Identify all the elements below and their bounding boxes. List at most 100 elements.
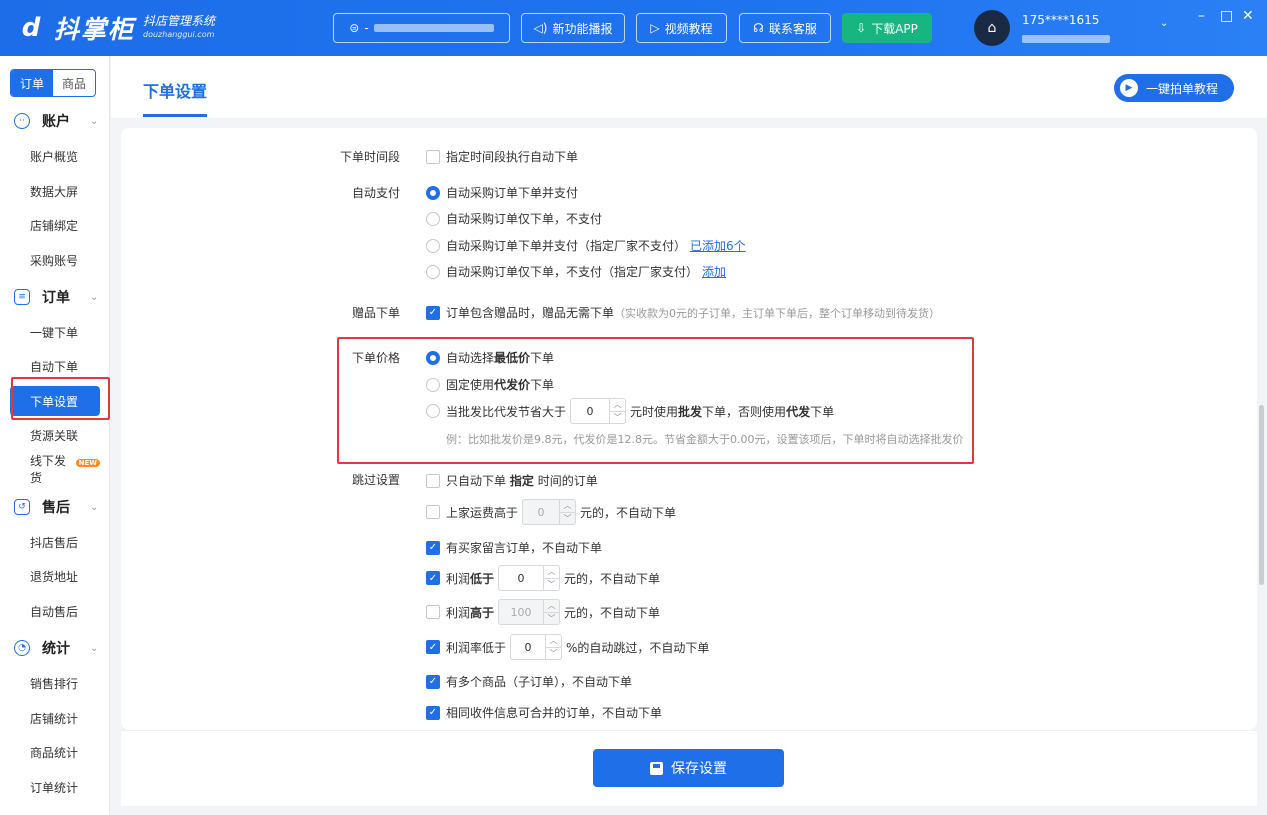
top-bar: d 抖掌柜 抖店管理系统 douzhanggui.com ⊜ - ◁) 新功能播… [0,0,1267,56]
footer-bar: 保存设置 [121,730,1257,806]
radio[interactable] [426,350,440,365]
margin-low-stepper[interactable]: 0 ︿ ﹀ [510,634,563,660]
checkbox-checked[interactable]: ✓ [426,540,440,555]
scrollbar[interactable] [1259,405,1264,585]
close-icon[interactable]: ✕ [1242,8,1254,24]
sidebar-item-store-binding[interactable]: 店铺绑定 [10,210,100,240]
return-icon: ↺ [14,499,30,515]
maximize-icon[interactable]: □ [1220,8,1233,24]
gift-order-label: 赠品下单 [351,306,400,320]
contact-support-button[interactable]: ☊ 联系客服 [739,13,831,43]
video-tutorial-button[interactable]: ▷ 视频教程 [636,13,727,43]
new-feature-button[interactable]: ◁) 新功能播报 [521,13,625,43]
sidebar-group-account[interactable]: ·· 账户 ⌄ [0,109,110,133]
skip-specified-time-checkbox[interactable]: 只自动下单 指定 时间的订单 [426,472,598,489]
sidebar-item-store-stats[interactable]: 店铺统计 [10,703,100,733]
sidebar-group-statistics[interactable]: ◔ 统计 ⌄ [0,636,110,660]
auto-pay-radio-2[interactable]: 自动采购订单仅下单，不支付 [426,210,602,227]
store-name-redacted [373,24,494,32]
stepper-up-icon[interactable]: ︿ [610,399,626,412]
checkbox-checked[interactable]: ✓ [426,705,440,720]
sidebar-group-order[interactable]: ≡ 订单 ⌄ [0,285,110,309]
savings-threshold-stepper[interactable]: 0 ︿ ﹀ [570,398,627,424]
skip-profit-high-checkbox[interactable]: 利润 高于 100 ︿ ﹀ 元的，不自动下单 [426,599,660,625]
tab-product[interactable]: 商品 [53,70,95,96]
tab-order[interactable]: 订单 [11,70,53,96]
one-click-tutorial-button[interactable]: ▶ 一键拍单教程 [1114,74,1234,102]
radio[interactable] [426,238,440,253]
skip-settings-label: 跳过设置 [351,473,400,487]
sidebar-item-offline-shipping[interactable]: 线下发货 NEW [10,454,100,485]
sidebar-item-auto-after-sales[interactable]: 自动售后 [10,596,100,626]
download-app-button[interactable]: ⇩ 下载APP [842,13,932,43]
checkbox[interactable] [426,149,440,164]
stepper-up-icon[interactable]: ︿ [560,500,576,513]
store-selector[interactable]: ⊜ - [333,13,510,43]
radio[interactable] [426,377,440,392]
skip-margin-low-checkbox[interactable]: ✓ 利润率低于 0 ︿ ﹀ %的自动跳过，不自动下单 [426,634,709,660]
sidebar-item-return-address[interactable]: 退货地址 [10,561,100,591]
checkbox-checked[interactable]: ✓ [426,571,440,585]
checkbox-checked[interactable]: ✓ [426,674,440,689]
sidebar-item-order-settings[interactable]: 下单设置 [10,386,100,416]
stepper-up-icon[interactable]: ︿ [546,635,562,648]
radio[interactable] [426,264,440,279]
skip-profit-low-checkbox[interactable]: ✓ 利润 低于 0 ︿ ﹀ 元的，不自动下单 [426,565,660,591]
gift-order-checkbox[interactable]: ✓ 订单包含赠品时，赠品无需下单 （实收款为0元的子订单，主订单下单后，整个订单… [426,304,940,321]
stepper-down-icon[interactable]: ﹀ [544,579,559,591]
price-wholesale-radio[interactable]: 当批发比代发节省大于 0 ︿ ﹀ 元时使用 批发 下单，否则使用 代发 下单 [426,398,834,424]
sidebar-item-purchase-account[interactable]: 采购账号 [10,245,100,275]
added-vendors-link[interactable]: 已添加6个 [690,237,746,254]
profit-high-stepper[interactable]: 100 ︿ ﹀ [498,599,561,625]
auto-pay-radio-3[interactable]: 自动采购订单下单并支付（指定厂家不支付） 已添加6个 [426,237,746,254]
radio[interactable] [426,211,440,226]
stepper-down-icon[interactable]: ﹀ [560,513,575,525]
auto-pay-radio-4[interactable]: 自动采购订单仅下单，不支付（指定厂家支付） 添加 [426,263,726,280]
auto-pay-label: 自动支付 [351,186,400,200]
save-settings-button[interactable]: 保存设置 [593,749,784,787]
checkbox[interactable] [426,505,440,519]
sidebar-item-product-stats[interactable]: 商品统计 [10,737,100,767]
user-menu-chevron-icon[interactable]: ⌄ [1160,18,1168,29]
tab-order-settings[interactable]: 下单设置 [143,78,207,102]
radio[interactable] [426,185,440,200]
stepper-down-icon[interactable]: ﹀ [544,613,559,625]
page-header: 下单设置 ▶ 一键拍单教程 [111,56,1267,118]
minimize-icon[interactable]: – [1198,8,1205,24]
time-period-checkbox[interactable]: 指定时间段执行自动下单 [426,148,578,165]
sidebar-group-after-sales[interactable]: ↺ 售后 ⌄ [0,495,110,519]
auto-pay-radio-1[interactable]: 自动采购订单下单并支付 [426,184,578,201]
shipping-fee-stepper[interactable]: 0 ︿ ﹀ [522,499,577,525]
skip-buyer-message-checkbox[interactable]: ✓ 有买家留言订单，不自动下单 [426,539,602,556]
add-vendor-link[interactable]: 添加 [702,263,726,280]
app-logo: d 抖掌柜 抖店管理系统 douzhanggui.com [14,10,215,46]
user-store-redacted [1022,32,1110,46]
checkbox[interactable] [426,473,440,488]
checkbox-checked[interactable]: ✓ [426,305,440,320]
sidebar-item-order-stats[interactable]: 订单统计 [10,772,100,802]
sidebar-item-auto-order[interactable]: 自动下单 [10,351,100,381]
stepper-up-icon[interactable]: ︿ [544,566,560,579]
skip-mergeable-checkbox[interactable]: ✓ 相同收件信息可合并的订单，不自动下单 [426,704,662,721]
stepper-down-icon[interactable]: ﹀ [610,412,625,424]
new-badge: NEW [75,459,100,467]
chevron-down-icon: ⌄ [90,642,99,654]
stepper-up-icon[interactable]: ︿ [544,600,560,613]
sidebar-item-sales-ranking[interactable]: 销售排行 [10,668,100,698]
stepper-down-icon[interactable]: ﹀ [546,648,561,660]
sidebar-item-account-overview[interactable]: 账户概览 [10,141,100,171]
radio[interactable] [426,404,440,418]
avatar[interactable]: ⌂ [974,10,1010,46]
checkbox-checked[interactable]: ✓ [426,640,440,654]
skip-shipping-fee-checkbox[interactable]: 上家运费高于 0 ︿ ﹀ 元的，不自动下单 [426,499,676,525]
checkbox[interactable] [426,605,440,619]
skip-multi-items-checkbox[interactable]: ✓ 有多个商品（子订单），不自动下单 [426,673,632,690]
profit-low-stepper[interactable]: 0 ︿ ﹀ [498,565,561,591]
sidebar-item-source-link[interactable]: 货源关联 [10,420,100,450]
sidebar-item-store-after-sales[interactable]: 抖店售后 [10,527,100,557]
sidebar-item-data-screen[interactable]: 数据大屏 [10,176,100,206]
price-dropship-radio[interactable]: 固定使用 代发价 下单 [426,376,554,393]
sidebar-item-one-click-order[interactable]: 一键下单 [10,317,100,347]
list-icon: ≡ [14,289,30,305]
price-lowest-radio[interactable]: 自动选择 最低价 下单 [426,349,554,366]
